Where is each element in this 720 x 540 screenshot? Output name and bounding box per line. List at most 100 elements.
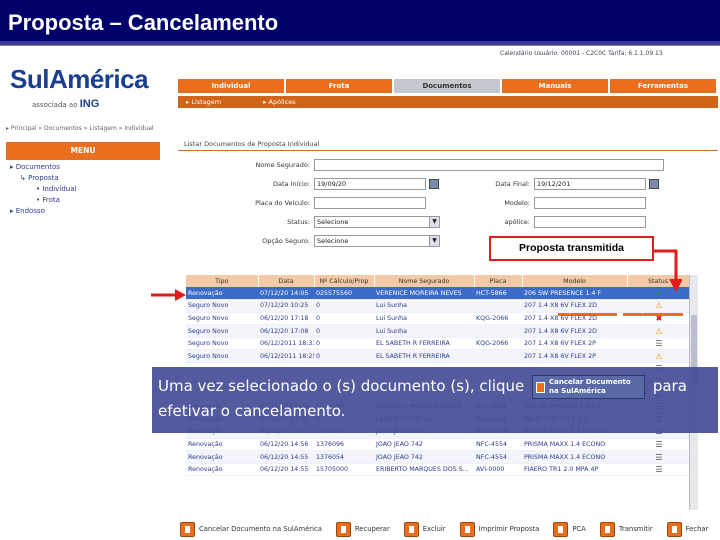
- table-row[interactable]: Seguro Novo 06/12/2011 18:25 0 EL SABETH R …: [186, 349, 689, 364]
- cell-tipo: Seguro Novo: [186, 312, 258, 326]
- table-row[interactable]: Seguro Novo 06/12/20 17:08 0 Lui Sunha 207 1…: [186, 324, 689, 338]
- data-final-row: Data Final: 19/12/201: [440, 178, 659, 190]
- tab-individual[interactable]: Individual: [178, 79, 286, 93]
- button-label: Imprimir Proposta: [478, 524, 540, 533]
- cell-modelo: FIAERO TR1 2.0 MPA 4P: [522, 463, 627, 477]
- warning-icon[interactable]: ⚠: [655, 301, 662, 310]
- modelo-row: Modelo:: [440, 197, 646, 209]
- column-header[interactable]: Placa: [474, 275, 523, 287]
- warning-icon[interactable]: ⚠: [655, 352, 662, 361]
- tab-manuais[interactable]: Manuais: [502, 79, 610, 93]
- cell-tipo: Renovação: [186, 438, 258, 452]
- delete-button[interactable]: Excluir: [403, 521, 446, 537]
- chevron-down-icon: ▼: [429, 217, 439, 227]
- placa-input[interactable]: [314, 197, 426, 209]
- calendar-icon[interactable]: [429, 179, 439, 189]
- cell-num: 025575560: [314, 287, 374, 301]
- menu-item-endosso[interactable]: ▸ Endosso: [6, 207, 160, 215]
- user-info-bar: Calendário Usuário: 00001 - C2C0C Tarifa…: [500, 50, 663, 57]
- button-label: Transmitir: [618, 524, 653, 533]
- nome-label: Nome Segurado:: [255, 161, 310, 169]
- modelo-input[interactable]: [534, 197, 646, 209]
- column-header[interactable]: Nome Segurado: [374, 275, 475, 287]
- opcao-select-value: Selecione: [317, 237, 349, 245]
- subnav-apolices[interactable]: ▸ Apólices: [263, 98, 295, 106]
- cell-placa: KQG-2066: [474, 337, 522, 351]
- warning-icon[interactable]: ⚠: [655, 327, 662, 336]
- column-header[interactable]: Tipo: [186, 275, 259, 287]
- apolice-input[interactable]: [534, 216, 646, 228]
- tab-documentos[interactable]: Documentos: [394, 79, 502, 93]
- table-row[interactable]: Renovação 06/12/20 14:56 1376096 JOAO JEAO …: [186, 438, 689, 452]
- proposta-transmitida-callout: Proposta transmitida: [489, 236, 654, 261]
- cell-tipo: Seguro Novo: [186, 337, 258, 351]
- subnav-listagem[interactable]: ▸ Listagem: [186, 98, 221, 106]
- close-button[interactable]: Fechar: [666, 521, 708, 537]
- cell-num: 0: [314, 324, 374, 338]
- menu-item-frota[interactable]: • Frota: [6, 196, 160, 204]
- cell-status: ✖: [627, 312, 689, 326]
- cell-data: 06/12/20 14:56: [258, 438, 314, 452]
- cell-num: 1376096: [314, 438, 374, 452]
- data-inicio-row: Data Início: 19/09/20: [178, 178, 439, 190]
- pca-button[interactable]: PCA: [553, 521, 586, 537]
- breadcrumb: ▸ Principal » Documentos » Listagem » In…: [6, 125, 154, 132]
- document-icon: [536, 381, 546, 393]
- cell-placa: HCT-5866: [474, 287, 522, 301]
- data-inicio-input[interactable]: 19/09/20: [314, 178, 426, 190]
- cell-data: 06/12/20 17:08: [258, 324, 314, 338]
- menu-item-individual[interactable]: • Individual: [6, 185, 160, 193]
- cell-num: 0: [314, 349, 374, 364]
- data-final-input[interactable]: 19/12/201: [534, 178, 646, 190]
- cell-modelo: PRISMA MAXX 1.4 ECONO: [522, 450, 627, 464]
- list-icon[interactable]: ☰: [655, 453, 662, 462]
- action-icon: [666, 521, 682, 537]
- cell-modelo: 207 1.4 X8 6V FLEX 2D: [522, 324, 627, 338]
- table-row[interactable]: Renovação 06/12/20 14:55 15705000 ERIBERTO …: [186, 463, 689, 477]
- cell-placa: NFC-4554: [474, 450, 522, 464]
- nome-input[interactable]: [314, 159, 664, 171]
- cell-num: 0: [314, 299, 374, 313]
- cell-data: 06/12/20 14:55: [258, 450, 314, 464]
- error-icon[interactable]: ✖: [656, 314, 663, 323]
- cancel-document-button[interactable]: Cancelar Documento na SulAmérica: [180, 521, 322, 537]
- cell-placa: KQG-2066: [474, 312, 522, 326]
- table-row[interactable]: Seguro Novo 07/12/20 10:25 0 Lui Sunha 207 1…: [186, 299, 689, 313]
- red-arrow-down-icon: [654, 249, 682, 292]
- menu-item-proposta[interactable]: ↳ Proposta: [6, 174, 160, 182]
- list-icon[interactable]: ☰: [655, 465, 662, 474]
- table-row[interactable]: Renovação 06/12/20 14:55 1376054 JOAO JEAO …: [186, 450, 689, 464]
- action-icon: [335, 521, 351, 537]
- tab-ferramentas[interactable]: Ferramentas: [610, 79, 718, 93]
- table-row[interactable]: Seguro Novo 06/12/20 17:18 0 Lui Sunha KQG-2…: [186, 312, 689, 326]
- cell-data: 06/12/20 17:18: [258, 312, 314, 326]
- column-header[interactable]: Modelo: [522, 275, 628, 287]
- table-row[interactable]: Renovação 07/12/20 14:05 025575560 VERENICE…: [186, 287, 689, 301]
- menu-item-documentos[interactable]: ▸ Documentos: [6, 163, 160, 171]
- status-select[interactable]: Selecione ▼: [314, 216, 440, 228]
- print-proposal-button[interactable]: Imprimir Proposta: [459, 521, 540, 537]
- cell-data: 07/12/20 10:25: [258, 299, 314, 313]
- column-header[interactable]: Nº Cálculo/Prop: [314, 275, 375, 287]
- recover-button[interactable]: Recuperar: [335, 521, 390, 537]
- table-row[interactable]: Seguro Novo 06/12/2011 18:33 0 EL SABETH R …: [186, 337, 689, 351]
- sidebar-menu: MENU ▸ Documentos ↳ Proposta • Individua…: [6, 142, 160, 232]
- calendar-icon[interactable]: [649, 179, 659, 189]
- cell-num: 1376054: [314, 450, 374, 464]
- cell-status: ☰: [627, 438, 689, 452]
- cell-nome: EL SABETH R FERREIRA: [374, 337, 474, 351]
- list-icon[interactable]: ☰: [655, 440, 662, 449]
- action-icon: [403, 521, 419, 537]
- cell-nome: EL SABETH R FERREIRA: [374, 349, 474, 364]
- cell-status: ⚠: [627, 299, 689, 313]
- cell-nome: VERENICE MOREIRA NEVES: [374, 287, 474, 301]
- table-header-row: Tipo Data Nº Cálculo/Prop Nome Segurado Plac…: [186, 275, 690, 287]
- cell-nome: JOAO JEAO 742: [374, 450, 474, 464]
- list-icon[interactable]: ☰: [655, 339, 662, 348]
- column-header[interactable]: Data: [258, 275, 315, 287]
- opcao-select[interactable]: Selecione ▼: [314, 235, 440, 247]
- tab-frota[interactable]: Frota: [286, 79, 394, 93]
- cell-placa: NFC-4554: [474, 438, 522, 452]
- cell-num: 15705000: [314, 463, 374, 477]
- transmit-button[interactable]: Transmitir: [599, 521, 653, 537]
